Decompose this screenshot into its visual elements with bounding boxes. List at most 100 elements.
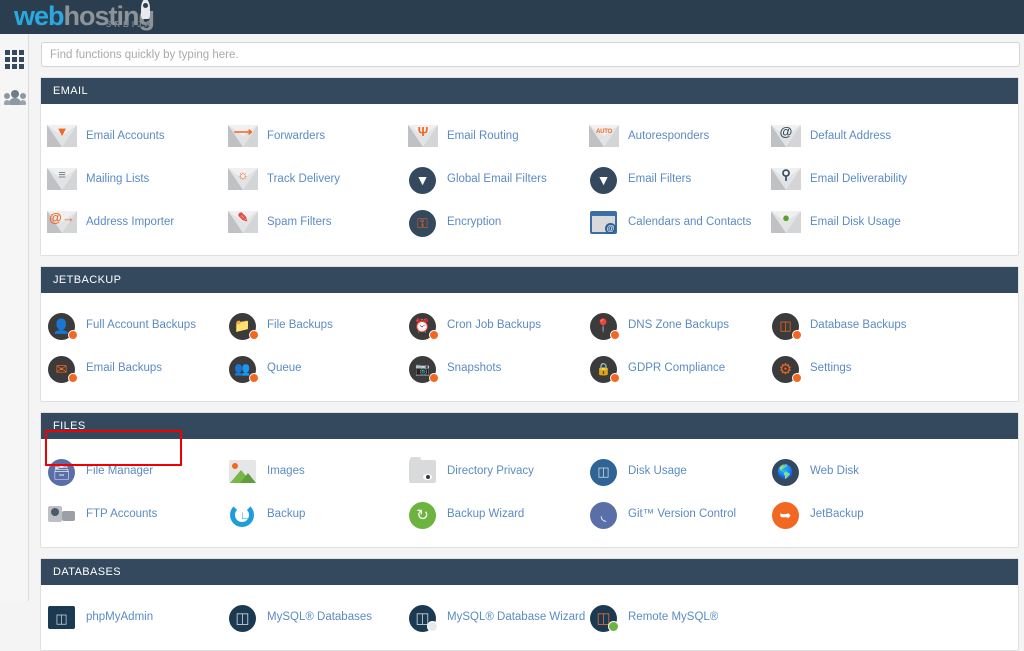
spam-filters-icon: ✎ (228, 207, 258, 237)
default-address-icon: @ (771, 121, 801, 151)
circle-shape: ↻ (409, 501, 436, 529)
feature-link[interactable]: ⚙ Settings (771, 346, 852, 389)
full-account-backups-icon: 👤 (47, 310, 78, 340)
feature-link[interactable]: 👥 Queue (228, 346, 302, 389)
feature-link[interactable]: 🔒 GDPR Compliance (589, 346, 725, 389)
feature-link[interactable]: ◫ Disk Usage (589, 449, 687, 492)
item-row: FTP Accounts ∟ Backup ↻ Backup Wizard ◟ Git™ V… (41, 492, 1018, 535)
feature-link[interactable]: ● Email Disk Usage (771, 200, 901, 243)
feature-link[interactable]: ➥ JetBackup (771, 492, 864, 535)
feature-label: Backup (267, 507, 306, 520)
feature-link[interactable]: ▼ Email Accounts (47, 114, 165, 157)
feature-label: Calendars and Contacts (628, 215, 752, 228)
feature-link[interactable]: Directory Privacy (408, 449, 534, 492)
search-input[interactable] (41, 42, 1020, 67)
queue-icon: 👥 (228, 353, 259, 383)
images-icon (228, 456, 258, 486)
envelope-shape: @ (771, 124, 801, 147)
encryption-icon: ⚿ (408, 207, 438, 237)
feature-label: MySQL® Database Wizard (447, 610, 586, 623)
feature-label: Email Deliverability (810, 172, 908, 185)
feature-link[interactable]: 📍 DNS Zone Backups (589, 303, 729, 346)
feature-link[interactable]: ∟ Backup (228, 492, 305, 535)
envelope-shape: ⟶ (228, 124, 258, 147)
circle-shape: ◟ (590, 501, 617, 529)
envelope-shape: ✎ (228, 210, 258, 233)
feature-link[interactable]: 🗃 File Manager (47, 449, 153, 492)
dns-zone-backups-icon: 📍 (589, 310, 620, 340)
feature-label: Default Address (810, 129, 892, 142)
feature-link[interactable]: 📁 File Backups (228, 303, 333, 346)
feature-link[interactable]: ☼ Track Delivery (228, 157, 340, 200)
feature-link[interactable]: 🌎 Web Disk (771, 449, 859, 492)
feature-label: Spam Filters (267, 215, 332, 228)
feature-link[interactable]: 👤 Full Account Backups (47, 303, 196, 346)
item-row: 👤 Full Account Backups 📁 File Backups ⏰ Cron … (41, 303, 1018, 346)
feature-label: FTP Accounts (86, 507, 158, 520)
autoresponders-icon: AUTO (589, 121, 619, 151)
feature-link[interactable]: AUTO Autoresponders (589, 114, 709, 157)
section-items: 🗃 File Manager Images Directory Privacy ◫ Dis… (41, 439, 1018, 547)
feature-label: Email Filters (628, 172, 692, 185)
envelope-shape: @→ (47, 210, 77, 233)
item-row: ▼ Email Accounts ⟶ Forwarders Ψ Email Routing… (41, 114, 1018, 157)
backup-icon: ∟ (228, 499, 258, 529)
sidebar-item-users[interactable] (0, 78, 29, 116)
feature-link[interactable]: FTP Accounts (47, 492, 157, 535)
feature-link[interactable]: ↻ Backup Wizard (408, 492, 524, 535)
feature-link[interactable]: ◫ MySQL® Databases (228, 595, 372, 638)
web-disk-icon: 🌎 (771, 456, 801, 486)
people-icon (3, 89, 26, 105)
feature-link[interactable]: Images (228, 449, 305, 492)
section-panel: JETBACKUP 👤 Full Account Backups 📁 File Back… (40, 266, 1019, 402)
circle-shape: ⚿ (409, 209, 436, 237)
file-backups-icon: 📁 (228, 310, 259, 340)
feature-label: Cron Job Backups (447, 318, 541, 331)
feature-link[interactable]: ▼ Email Filters (589, 157, 691, 200)
section-items: ▼ Email Accounts ⟶ Forwarders Ψ Email Routing… (41, 104, 1018, 255)
feature-label: Mailing Lists (86, 172, 150, 185)
envelope-shape: ● (771, 210, 801, 233)
feature-label: JetBackup (810, 507, 864, 520)
feature-label: Email Accounts (86, 129, 165, 142)
feature-link[interactable]: ◫ phpMyAdmin (47, 595, 153, 638)
feature-link[interactable]: ≡ Mailing Lists (47, 157, 149, 200)
feature-link[interactable]: @→ Address Importer (47, 200, 174, 243)
feature-link[interactable]: ✉ Email Backups (47, 346, 162, 389)
feature-link[interactable]: ⚿ Encryption (408, 200, 501, 243)
item-row: ≡ Mailing Lists ☼ Track Delivery ▼ Global Ema… (41, 157, 1018, 200)
feature-link[interactable]: 📷 Snapshots (408, 346, 501, 389)
feature-link[interactable]: ◫ MySQL® Database Wizard (408, 595, 585, 638)
feature-link[interactable]: ▼ Global Email Filters (408, 157, 547, 200)
sidebar-item-apps[interactable] (0, 40, 29, 78)
feature-link[interactable]: @ Default Address (771, 114, 891, 157)
square-shape: @ (590, 210, 617, 234)
feature-label: Snapshots (447, 361, 502, 374)
item-row: @→ Address Importer ✎ Spam Filters ⚿ Encrypti… (41, 200, 1018, 243)
item-row: ◫ phpMyAdmin ◫ MySQL® Databases ◫ MySQL® Data… (41, 595, 1018, 638)
git-version-control-icon: ◟ (589, 499, 619, 529)
square-shape (409, 456, 436, 483)
feature-label: Encryption (447, 215, 502, 228)
circle-shape: 🗃 (48, 458, 75, 486)
feature-link[interactable]: ◫ Remote MySQL® (589, 595, 718, 638)
feature-label: Email Backups (86, 361, 163, 374)
jetbackup-badge (249, 372, 259, 383)
feature-link[interactable]: ◟ Git™ Version Control (589, 492, 736, 535)
jetbackup-badge (610, 372, 620, 383)
directory-privacy-icon (408, 456, 438, 486)
feature-link[interactable]: ◫ Database Backups (771, 303, 907, 346)
email-filters-icon: ▼ (589, 164, 619, 194)
envelope-shape: ▼ (47, 124, 77, 147)
feature-link[interactable]: Ψ Email Routing (408, 114, 519, 157)
feature-link[interactable]: ⏰ Cron Job Backups (408, 303, 541, 346)
feature-link[interactable]: ✎ Spam Filters (228, 200, 332, 243)
main-content: EMAIL ▼ Email Accounts ⟶ Forwarders Ψ Email Ro… (29, 34, 1024, 651)
circle-shape: ➥ (772, 501, 799, 529)
feature-link[interactable]: ⟶ Forwarders (228, 114, 325, 157)
mysql-databases-icon: ◫ (228, 602, 258, 632)
feature-link[interactable]: @ Calendars and Contacts (589, 200, 751, 243)
jetbackup-badge (792, 372, 802, 383)
brand-logo[interactable]: webhosting SRBIJA (14, 0, 155, 34)
feature-link[interactable]: ⚲ Email Deliverability (771, 157, 907, 200)
